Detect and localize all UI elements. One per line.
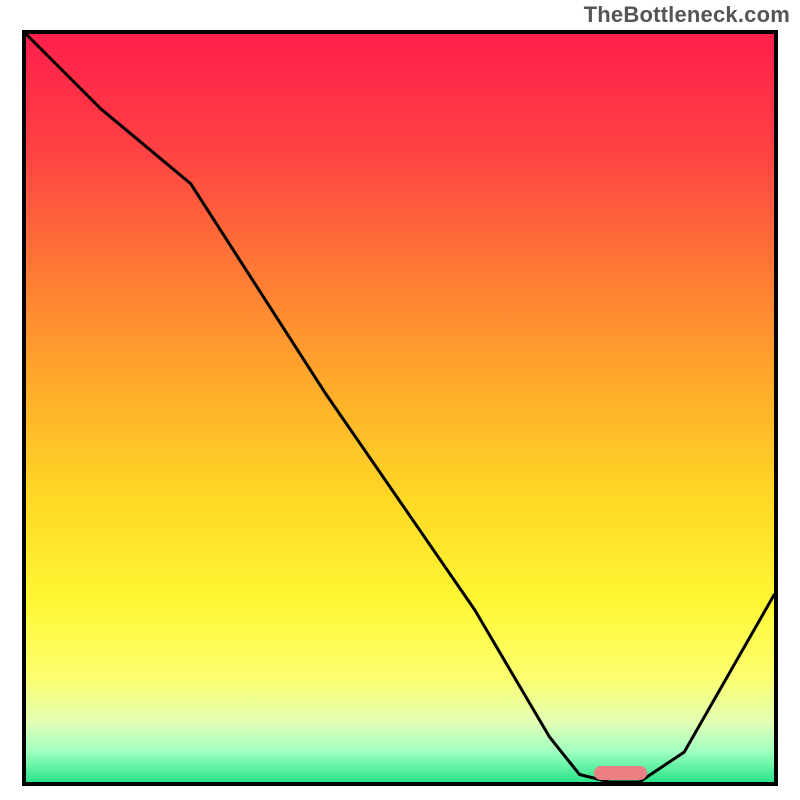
chart-highlight-marker [594, 766, 646, 780]
watermark-text: TheBottleneck.com [584, 2, 790, 28]
chart-line-plot [26, 34, 774, 782]
chart-frame [22, 30, 778, 786]
